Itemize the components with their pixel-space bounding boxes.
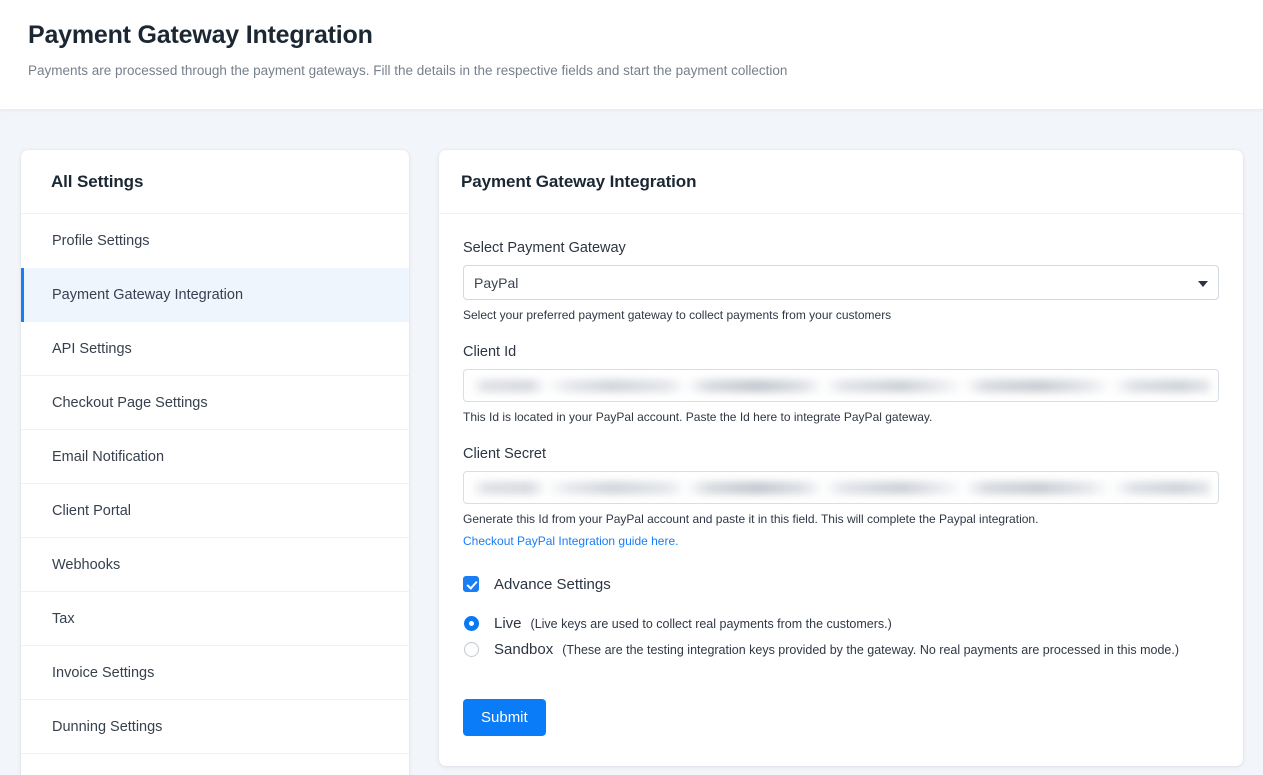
- sidebar-item-email-notification[interactable]: Email Notification: [21, 430, 409, 484]
- client-secret-help-text: Generate this Id from your PayPal accoun…: [463, 512, 1039, 527]
- sidebar-item-tax[interactable]: Tax: [21, 592, 409, 646]
- client-secret-input[interactable]: [463, 471, 1219, 505]
- sidebar-item-label: Webhooks: [52, 556, 121, 573]
- advance-settings-checkbox[interactable]: [463, 576, 479, 593]
- live-radio[interactable]: [464, 616, 479, 632]
- payment-gateway-form: Select Payment Gateway PayPal Select you…: [439, 214, 1243, 766]
- client-secret-label: Client Secret: [463, 446, 547, 463]
- sidebar-item-label: Dunning Settings: [52, 718, 163, 735]
- settings-sidebar: All Settings Profile Settings Payment Ga…: [21, 150, 409, 775]
- sandbox-radio[interactable]: [464, 642, 479, 658]
- mode-option-sandbox[interactable]: Sandbox (These are the testing integrati…: [463, 639, 1219, 661]
- client-id-help-text: This Id is located in your PayPal accoun…: [463, 410, 933, 425]
- gateway-help-text: Select your preferred payment gateway to…: [463, 308, 892, 322]
- sidebar-item-label: Payment Gateway Integration: [52, 287, 244, 303]
- page-body: All Settings Profile Settings Payment Ga…: [0, 110, 1263, 775]
- sidebar-item-client-portal[interactable]: Client Portal: [21, 484, 409, 538]
- sidebar-title: All Settings: [51, 172, 144, 191]
- sidebar-list: Profile Settings Payment Gateway Integra…: [21, 214, 409, 754]
- panel-header: Payment Gateway Integration: [439, 150, 1243, 214]
- sidebar-item-checkout-page-settings[interactable]: Checkout Page Settings: [21, 376, 409, 430]
- gateway-select[interactable]: PayPal: [463, 265, 1219, 300]
- payment-gateway-panel: Payment Gateway Integration Select Payme…: [439, 150, 1243, 766]
- sidebar-item-label: API Settings: [52, 340, 132, 357]
- advance-settings-label: Advance Settings: [494, 575, 611, 593]
- client-id-field-group: Client Id This Id is located in your Pay…: [463, 344, 1219, 425]
- page-header: Payment Gateway Integration Payments are…: [0, 0, 1263, 110]
- sidebar-item-webhooks[interactable]: Webhooks: [21, 538, 409, 592]
- client-secret-field-group: Client Secret Generate this Id from your…: [463, 446, 1219, 548]
- mode-option-live[interactable]: Live (Live keys are used to collect real…: [463, 613, 1219, 635]
- gateway-label: Select Payment Gateway: [463, 240, 626, 256]
- gateway-field-group: Select Payment Gateway PayPal Select you…: [463, 240, 1219, 323]
- sidebar-item-payment-gateway-integration[interactable]: Payment Gateway Integration: [21, 268, 409, 322]
- sidebar-item-label: Profile Settings: [52, 233, 150, 249]
- sidebar-item-label: Email Notification: [52, 448, 165, 465]
- sidebar-header: All Settings: [21, 150, 409, 214]
- page-title: Payment Gateway Integration: [28, 21, 373, 49]
- client-id-input[interactable]: [463, 369, 1219, 403]
- live-note: (Live keys are used to collect real paym…: [530, 616, 892, 631]
- sidebar-item-label: Invoice Settings: [52, 664, 155, 681]
- advance-settings-row[interactable]: Advance Settings: [463, 576, 1219, 593]
- sidebar-item-label: Checkout Page Settings: [52, 394, 208, 411]
- sidebar-item-api-settings[interactable]: API Settings: [21, 322, 409, 376]
- live-label: Live: [494, 615, 522, 633]
- client-id-redacted-value: [472, 379, 1210, 393]
- gateway-select-wrap: PayPal: [463, 265, 1219, 300]
- sidebar-item-label: Tax: [52, 610, 75, 627]
- panel-title: Payment Gateway Integration: [461, 172, 697, 191]
- sidebar-item-dunning-settings[interactable]: Dunning Settings: [21, 700, 409, 754]
- submit-button[interactable]: Submit: [463, 698, 546, 736]
- sandbox-label: Sandbox: [494, 641, 554, 659]
- paypal-integration-guide-link[interactable]: Checkout PayPal Integration guide here.: [463, 534, 678, 548]
- sidebar-item-profile-settings[interactable]: Profile Settings: [21, 214, 409, 268]
- mode-radio-group: Live (Live keys are used to collect real…: [463, 613, 1219, 661]
- client-id-label: Client Id: [463, 344, 517, 361]
- sandbox-note: (These are the testing integration keys …: [562, 642, 1179, 657]
- page-subtitle: Payments are processed through the payme…: [28, 62, 788, 78]
- gateway-selected-value: PayPal: [474, 274, 519, 291]
- client-secret-redacted-value: [472, 481, 1210, 495]
- sidebar-item-invoice-settings[interactable]: Invoice Settings: [21, 646, 409, 700]
- sidebar-item-label: Client Portal: [52, 502, 131, 519]
- integration-guide-line: Checkout PayPal Integration guide here.: [463, 534, 1219, 548]
